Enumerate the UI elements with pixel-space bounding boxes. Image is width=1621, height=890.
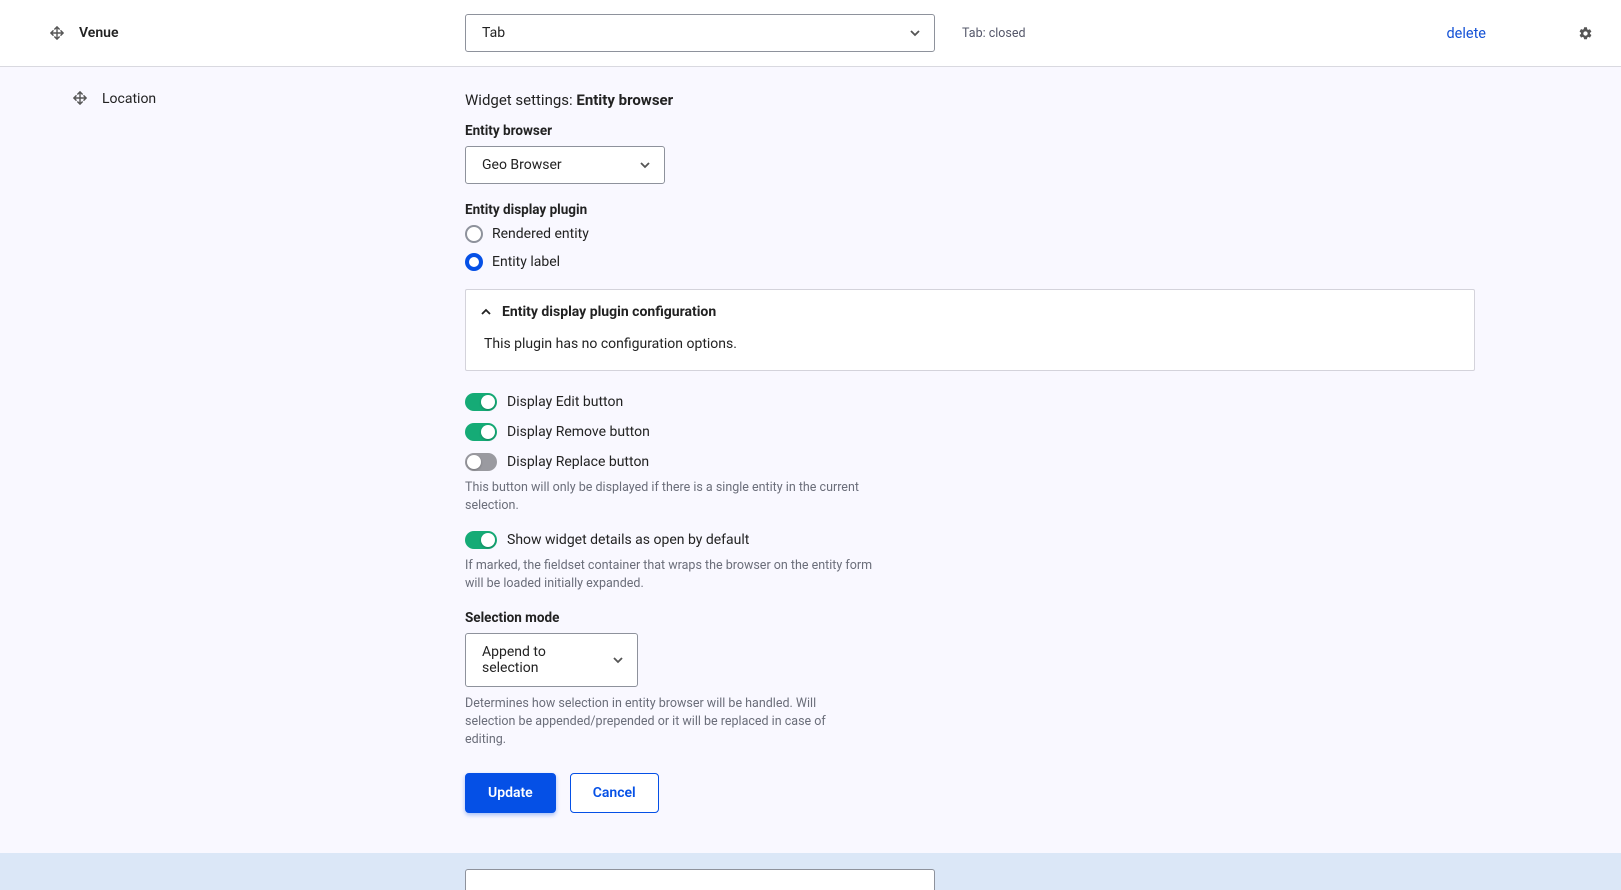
footer-middle: [465, 853, 950, 890]
selection-mode-help: Determines how selection in entity brows…: [465, 695, 835, 749]
location-row: Location Widget settings: Entity browser…: [0, 67, 1621, 853]
toggle-replace-label: Display Replace button: [507, 454, 649, 470]
heading-prefix: Widget settings:: [465, 91, 576, 109]
widget-settings-cell: Widget settings: Entity browser Entity b…: [465, 67, 950, 853]
venue-label-cell: Venue: [0, 0, 465, 66]
radio-icon: [465, 225, 483, 243]
chevron-up-icon: [480, 306, 492, 318]
openwidget-help: If marked, the fieldset container that w…: [465, 557, 885, 593]
entity-browser-group: Entity browser Geo Browser: [465, 123, 935, 184]
toggle-remove-label: Display Remove button: [507, 424, 650, 440]
toggle-edit-row: Display Edit button: [465, 393, 935, 411]
fieldset-title: Entity display plugin configuration: [502, 304, 716, 320]
toggle-openwidget[interactable]: [465, 531, 497, 549]
toggle-replace-row: Display Replace button: [465, 453, 935, 471]
update-button[interactable]: Update: [465, 773, 556, 813]
venue-widget-select[interactable]: Tab: [465, 14, 935, 52]
footer-left: [0, 853, 465, 890]
delete-link[interactable]: delete: [1446, 25, 1486, 42]
location-label-cell: Location: [0, 67, 465, 127]
action-buttons: Update Cancel: [465, 773, 935, 813]
selection-mode-group: Selection mode Append to selection Deter…: [465, 610, 935, 749]
toggle-remove[interactable]: [465, 423, 497, 441]
toggle-remove-row: Display Remove button: [465, 423, 935, 441]
plugin-config-fieldset: Entity display plugin configuration This…: [465, 289, 1475, 371]
entity-browser-label: Entity browser: [465, 123, 935, 139]
display-plugin-group: Entity display plugin Rendered entity En…: [465, 202, 935, 271]
toggle-edit-label: Display Edit button: [507, 394, 623, 410]
location-right-cell: [950, 67, 1621, 87]
footer-select[interactable]: [465, 869, 935, 890]
display-plugin-label: Entity display plugin: [465, 202, 935, 218]
replace-help: This button will only be displayed if th…: [465, 479, 885, 515]
radio-icon: [465, 253, 483, 271]
cancel-button[interactable]: Cancel: [570, 773, 659, 813]
venue-label: Venue: [79, 25, 119, 41]
selection-mode-select[interactable]: Append to selection: [465, 633, 638, 687]
location-label: Location: [102, 91, 156, 107]
footer-right: [950, 853, 1621, 890]
fieldset-body: This plugin has no configuration options…: [466, 330, 1474, 370]
fieldset-toggle[interactable]: Entity display plugin configuration: [466, 290, 1474, 330]
footer-row: [0, 853, 1621, 890]
venue-row: Venue Tab Tab: closed delete: [0, 0, 1621, 67]
toggle-openwidget-label: Show widget details as open by default: [507, 532, 749, 548]
widget-settings-heading: Widget settings: Entity browser: [465, 91, 935, 109]
toggle-edit[interactable]: [465, 393, 497, 411]
move-icon[interactable]: [73, 91, 87, 105]
radio-label: Entity label: [492, 254, 560, 270]
radio-entity-label[interactable]: Entity label: [465, 253, 935, 271]
selection-mode-label: Selection mode: [465, 610, 935, 626]
gear-icon[interactable]: [1578, 26, 1593, 41]
venue-right-cell: Tab: closed delete: [950, 0, 1621, 66]
entity-browser-select[interactable]: Geo Browser: [465, 146, 665, 184]
radio-rendered-entity[interactable]: Rendered entity: [465, 225, 935, 243]
move-icon[interactable]: [50, 26, 64, 40]
toggle-openwidget-row: Show widget details as open by default: [465, 531, 935, 549]
heading-name: Entity browser: [576, 91, 673, 109]
toggle-replace[interactable]: [465, 453, 497, 471]
radio-label: Rendered entity: [492, 226, 589, 242]
venue-widget-cell: Tab: [465, 0, 950, 66]
tab-status: Tab: closed: [962, 26, 1026, 41]
